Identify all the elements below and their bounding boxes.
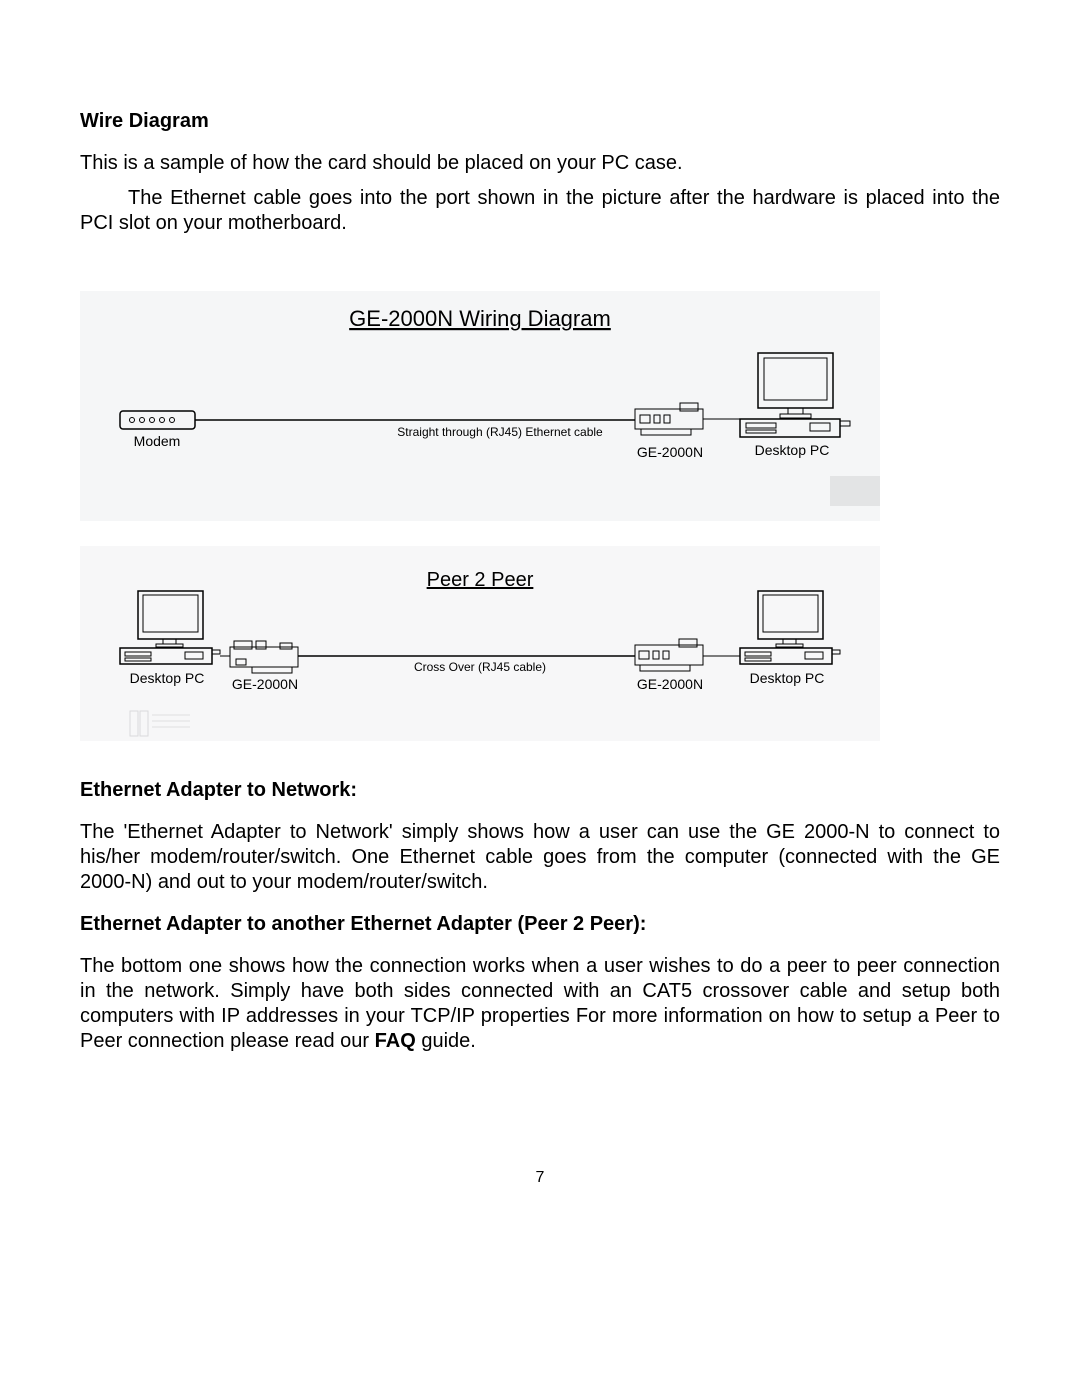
paragraph: The 'Ethernet Adapter to Network' simply…	[80, 820, 1000, 895]
heading-adapter-network: Ethernet Adapter to Network:	[80, 779, 1000, 802]
page-number: 7	[0, 1169, 1080, 1187]
modem-label: Modem	[134, 433, 181, 449]
pc-label-left: Desktop PC	[130, 670, 205, 686]
diagram-subtitle: Peer 2 Peer	[427, 569, 534, 591]
cable-crossover-label: Cross Over (RJ45 cable)	[414, 660, 546, 674]
document-page: Wire Diagram This is a sample of how the…	[0, 0, 1080, 1397]
diagram-title: GE-2000N Wiring Diagram	[349, 306, 611, 331]
heading-adapter-peer: Ethernet Adapter to another Ethernet Ada…	[80, 913, 1000, 936]
text-run: guide.	[416, 1030, 476, 1052]
card-label-right: GE-2000N	[637, 676, 703, 692]
pc-label-right: Desktop PC	[750, 670, 825, 686]
text-run: The bottom one shows how the connection …	[80, 955, 1000, 1052]
wiring-diagram-figure: GE-2000N Wiring Diagram Modem Straight t…	[80, 291, 880, 741]
background-decor	[830, 476, 880, 506]
card-label-left: GE-2000N	[232, 676, 298, 692]
pc-label-top: Desktop PC	[755, 442, 830, 458]
paragraph: The bottom one shows how the connection …	[80, 954, 1000, 1054]
paragraph: The Ethernet cable goes into the port sh…	[80, 186, 1000, 236]
paragraph: This is a sample of how the card should …	[80, 151, 1000, 176]
cable-straight-label: Straight through (RJ45) Ethernet cable	[397, 425, 603, 439]
text-bold-faq: FAQ	[375, 1030, 416, 1052]
heading-wire-diagram: Wire Diagram	[80, 110, 1000, 133]
card-label-top: GE-2000N	[637, 444, 703, 460]
